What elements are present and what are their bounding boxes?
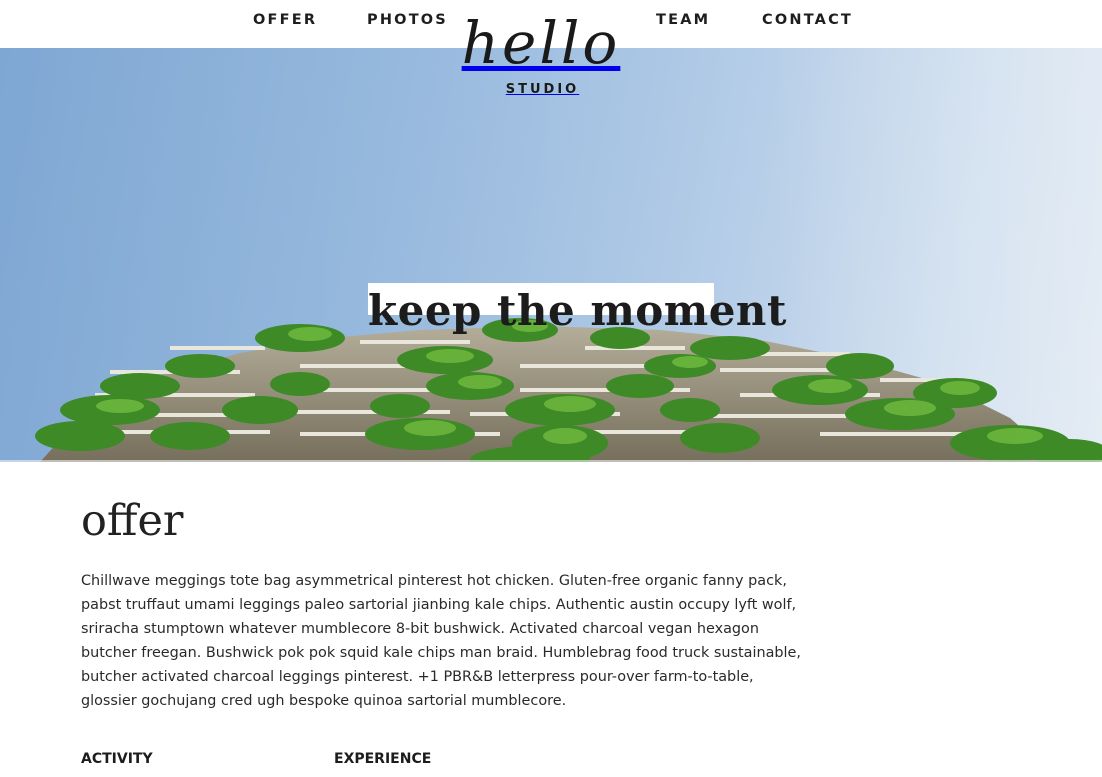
section-title-offer: offer <box>81 496 184 546</box>
hero-tagline-wrapper: keep the moment <box>368 283 787 339</box>
column-heading-experience: EXPERIENCE <box>334 751 432 767</box>
logo-wordmark: hello <box>461 9 621 77</box>
nav-link-contact[interactable]: CONTACT <box>762 11 853 29</box>
nav-link-offer[interactable]: OFFER <box>253 11 317 29</box>
site-logo[interactable]: hello STUDIO <box>441 12 641 98</box>
nav-link-team[interactable]: TEAM <box>656 11 710 29</box>
hero-tagline: keep the moment <box>368 286 787 335</box>
column-heading-activity: ACTIVITY <box>81 751 153 767</box>
offer-description: Chillwave meggings tote bag asymmetrical… <box>81 573 801 709</box>
hero-banner: keep the moment <box>0 48 1102 462</box>
nav-link-photos[interactable]: PHOTOS <box>367 11 448 29</box>
logo-subtitle: STUDIO <box>505 82 580 97</box>
hero-building-image <box>0 48 1102 462</box>
